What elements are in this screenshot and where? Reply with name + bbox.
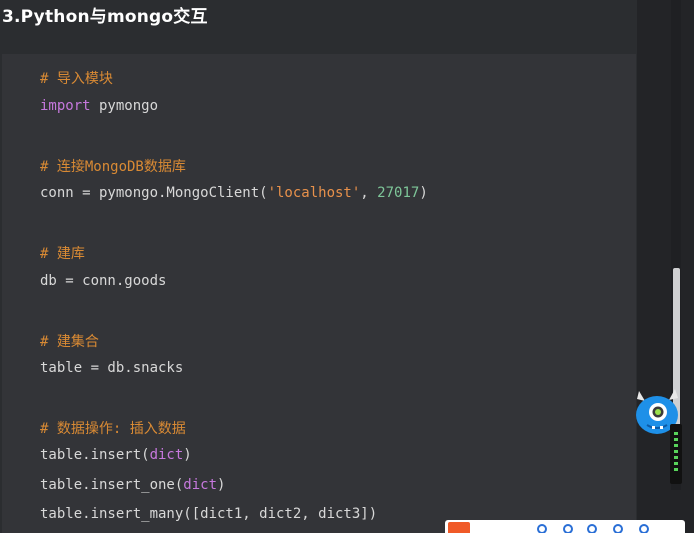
settings-icon[interactable] [613, 524, 623, 533]
code-line: db = conn.goods [40, 273, 167, 289]
code-comment: # 建集合 [40, 334, 99, 350]
csdn-logo-icon[interactable] [448, 522, 470, 533]
level-bar [674, 456, 678, 459]
code-text: table.insert_one( [40, 477, 184, 493]
menu-icon[interactable] [587, 524, 597, 533]
level-bar [674, 438, 678, 441]
level-bar [674, 462, 678, 465]
search-icon[interactable] [537, 524, 547, 533]
code-text: pymongo [90, 98, 159, 114]
level-bar [674, 444, 678, 447]
code-text: ) [217, 477, 226, 493]
level-bar [674, 468, 678, 471]
code-comment: # 建库 [40, 246, 85, 262]
code-block: # 导入模块 import pymongo # 连接MongoDB数据库 con… [2, 54, 636, 533]
right-gutter [637, 0, 694, 533]
code-line: table.insert_many([dict1, dict2, dict3]) [40, 506, 378, 522]
code-comment: # 导入模块 [40, 71, 113, 87]
user-icon[interactable] [563, 524, 573, 533]
code-comment: # 数据操作: 插入数据 [40, 421, 186, 437]
code-text: ) [183, 447, 192, 463]
code-builtin: dict [183, 477, 218, 493]
code-number: 27017 [377, 185, 420, 201]
bottom-toolbar [445, 520, 685, 533]
code-line: conn = pymongo.MongoClient('localhost', … [40, 185, 428, 201]
code-line: import pymongo [40, 98, 158, 114]
code-comment: # 连接MongoDB数据库 [40, 159, 186, 175]
level-bar [674, 450, 678, 453]
code-builtin: dict [149, 447, 184, 463]
code-line: table = db.snacks [40, 360, 184, 376]
code-line: table.insert(dict) [40, 447, 192, 463]
code-line: table.insert_one(dict) [40, 477, 225, 493]
code-text: , [360, 185, 378, 201]
code-string: 'localhost' [267, 185, 361, 201]
code-text: ) [419, 185, 428, 201]
section-heading: 3.Python与mongo交互 [2, 7, 208, 27]
code-keyword: import [40, 98, 91, 114]
level-bar [674, 432, 678, 435]
side-level-widget [670, 424, 682, 484]
code-text: conn = pymongo.MongoClient( [40, 185, 268, 201]
code-text: table.insert( [40, 447, 150, 463]
grid-icon[interactable] [639, 524, 649, 533]
